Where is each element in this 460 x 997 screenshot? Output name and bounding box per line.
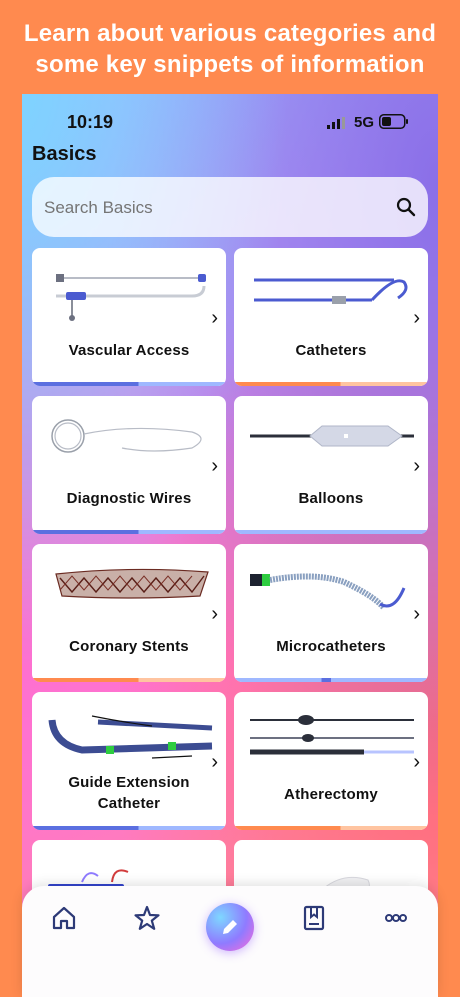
promo-headline: Learn about various categories and some … [23,20,437,78]
chevron-right-icon: › [211,307,218,329]
chevron-right-icon: › [413,307,420,329]
phone-screen: 10:19 5G Basics Search Basics › Vascular… [22,94,438,997]
card-accent-bar [32,826,226,830]
microcatheters-image [250,573,406,611]
card-coronary-stents[interactable]: › Coronary Stents [32,544,226,682]
card-atherectomy[interactable]: › Atherectomy [234,692,428,830]
more-dots-icon[interactable] [382,904,410,932]
atherectomy-image [250,715,414,755]
status-bar: 10:19 5G [22,94,438,146]
card-balloons[interactable]: › Balloons [234,396,428,534]
card-microcatheters[interactable]: › Microcatheters [234,544,428,682]
guide-extension-catheter-image [48,715,213,759]
card-diagnostic-wires[interactable]: › Diagnostic Wires [32,396,226,534]
network-type: 5G [354,114,375,131]
chevron-right-icon: › [413,455,420,477]
card-vascular-access[interactable]: › Vascular Access [32,248,226,386]
card-label: Microcatheters [276,638,386,655]
cellular-signal-icon [327,117,345,129]
search-icon[interactable] [396,197,416,217]
chevron-right-icon: › [211,603,218,625]
battery-icon [379,114,408,129]
card-label: Vascular Access [68,342,190,359]
card-label: Diagnostic Wires [66,490,192,507]
bottom-nav-bar [22,886,438,997]
card-label: Balloons [298,490,364,507]
card-accent-bar [32,382,226,386]
vascular-access-image [56,274,206,321]
balloons-image [250,425,414,447]
search-input[interactable] [42,177,376,239]
book-bookmark-icon[interactable] [300,904,328,932]
catheters-image [254,278,408,304]
chevron-right-icon: › [413,751,420,773]
card-accent-bar [234,678,428,682]
chevron-right-icon: › [211,455,218,477]
search-bar[interactable] [32,177,428,239]
chevron-right-icon: › [211,751,218,773]
coronary-stents-image [55,568,209,599]
home-icon[interactable] [50,904,78,932]
status-time: 10:19 [67,112,114,132]
card-label: Catheters [295,342,367,359]
card-accent-bar [234,530,428,534]
card-guide-extension-catheter[interactable]: › Guide Extension Catheter [32,692,226,830]
page-title: Basics [32,143,97,165]
card-accent-bar [32,678,226,682]
chevron-right-icon: › [413,603,420,625]
card-label: Guide Extension Catheter [68,774,190,812]
card-accent-bar [32,530,226,534]
star-icon[interactable] [133,904,161,932]
card-label: Coronary Stents [69,638,189,655]
card-label: Atherectomy [284,786,378,803]
card-accent-bar [234,826,428,830]
card-catheters[interactable]: › Catheters [234,248,428,386]
diagnostic-wires-image [51,419,202,453]
edit-fab-button[interactable] [206,903,254,951]
card-accent-bar [234,382,428,386]
edit-pencil-icon [223,920,237,934]
